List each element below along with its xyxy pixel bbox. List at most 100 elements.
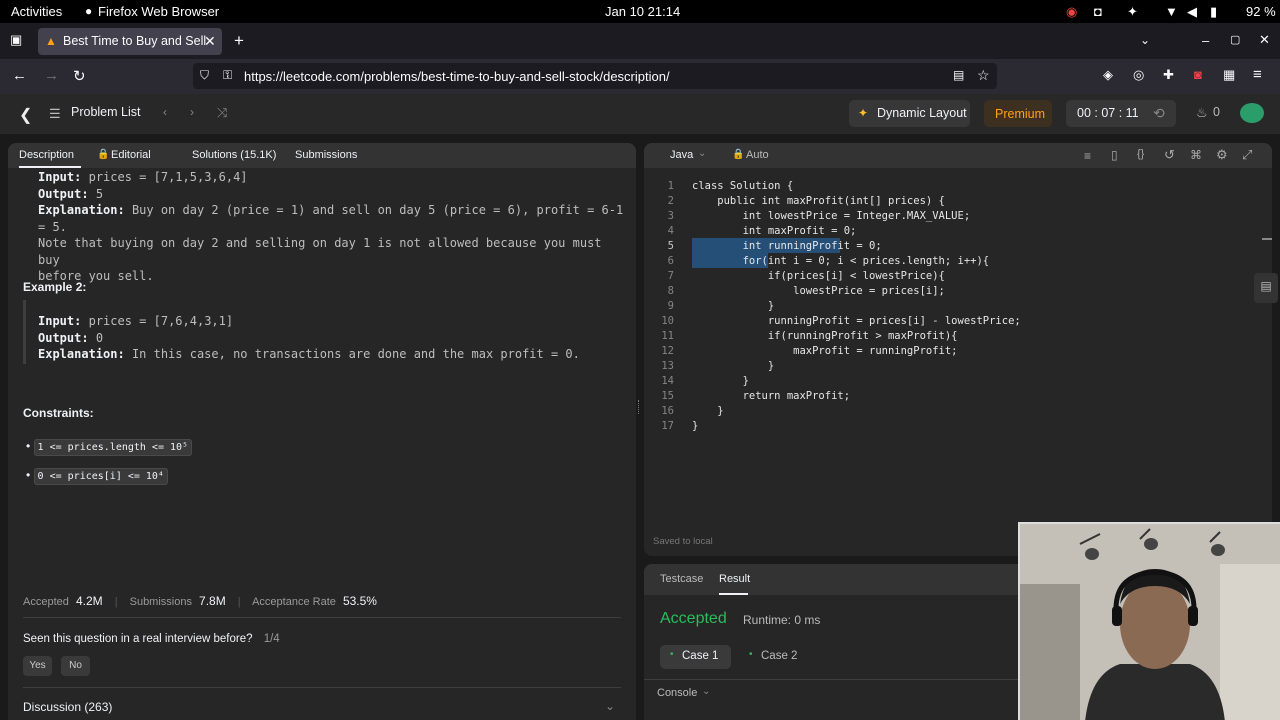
clock[interactable]: Jan 10 21:14 bbox=[605, 4, 680, 19]
dynamic-layout-button[interactable]: ✦ Dynamic Layout bbox=[849, 100, 970, 127]
tab-solutions[interactable]: Solutions (15.1K) bbox=[192, 149, 276, 161]
case-2-button[interactable]: • Case 2 bbox=[743, 645, 813, 669]
case-1-button[interactable]: • Case 1 bbox=[660, 645, 731, 669]
code-text: } bbox=[692, 300, 775, 312]
tab-description[interactable]: Description bbox=[19, 149, 74, 161]
active-tab-indicator bbox=[19, 166, 81, 168]
accepted-status: Accepted bbox=[660, 610, 727, 627]
interview-question: Seen this question in a real interview b… bbox=[23, 633, 280, 645]
reset-timer-icon[interactable]: ⟲ bbox=[1153, 105, 1165, 122]
acceptance-rate-label: Acceptance Rate bbox=[252, 596, 336, 608]
mic-icon[interactable]: ▮ bbox=[1210, 4, 1217, 20]
language-select[interactable]: Java bbox=[670, 149, 693, 161]
extensions-icon[interactable]: ✚ bbox=[1163, 67, 1174, 83]
constraint-1: • 1 <= prices.length <= 10⁵ bbox=[26, 439, 193, 456]
auto-mode[interactable]: Auto bbox=[746, 149, 769, 161]
tab-result[interactable]: Result bbox=[719, 573, 750, 585]
shuffle-icon[interactable]: ⤨ bbox=[217, 105, 227, 121]
leetcode-favicon: ▲ bbox=[45, 34, 57, 48]
discussion-link[interactable]: Discussion (263) bbox=[23, 700, 112, 714]
code-text: lowestPrice = prices[i]; bbox=[692, 285, 945, 297]
output-value: 0 bbox=[95, 330, 104, 345]
code-text: return maxProfit; bbox=[692, 390, 851, 402]
divider bbox=[23, 687, 621, 688]
tab-list-icon[interactable]: ▣ bbox=[10, 32, 22, 48]
timer-widget[interactable]: 00 : 07 : 11 ⟲ bbox=[1066, 100, 1176, 127]
battery-level[interactable]: 92 % bbox=[1246, 4, 1276, 19]
chevron-down-icon[interactable]: ⌄ bbox=[605, 699, 615, 713]
close-window-icon[interactable]: ✕ bbox=[1259, 32, 1270, 48]
bookmark-icon[interactable]: ▯ bbox=[1111, 148, 1118, 162]
premium-button[interactable]: Premium bbox=[984, 100, 1052, 127]
back-icon[interactable]: ← bbox=[12, 67, 27, 84]
notes-side-button[interactable]: ▤ bbox=[1254, 273, 1278, 303]
firefox-icon: ● bbox=[85, 4, 93, 18]
input-value: prices = [7,1,5,3,6,4] bbox=[88, 170, 248, 184]
line-number: 10 bbox=[661, 315, 674, 327]
accessibility-icon[interactable]: ✦ bbox=[1127, 4, 1138, 20]
webcam-image bbox=[1020, 524, 1280, 720]
line-number: 14 bbox=[661, 375, 674, 387]
tab-editorial[interactable]: Editorial bbox=[111, 149, 151, 161]
explanation-value: Buy on day 2 (price = 1) and sell on day… bbox=[131, 203, 624, 217]
pocket-icon[interactable]: ◈ bbox=[1103, 67, 1113, 83]
minimize-icon[interactable]: – bbox=[1202, 33, 1209, 48]
activities-button[interactable]: Activities bbox=[11, 4, 62, 19]
reload-icon[interactable]: ↻ bbox=[73, 67, 86, 85]
browser-tab[interactable]: ▲ Best Time to Buy and Sell bbox=[38, 28, 222, 55]
prev-problem-icon[interactable]: ‹ bbox=[155, 103, 175, 123]
pass-dot-icon: • bbox=[670, 649, 674, 660]
console-button[interactable]: Console bbox=[657, 687, 697, 699]
code-text: } bbox=[692, 405, 724, 417]
no-button[interactable]: No bbox=[61, 656, 90, 676]
code-text: } bbox=[692, 360, 775, 372]
discord-icon[interactable]: ◘ bbox=[1094, 4, 1102, 19]
account-icon[interactable]: ◎ bbox=[1133, 67, 1144, 83]
streak-fire-icon[interactable]: ♨ bbox=[1196, 105, 1208, 121]
braces-icon[interactable]: {} bbox=[1137, 148, 1144, 160]
extension-icon[interactable]: ▦ bbox=[1223, 67, 1235, 83]
url-text[interactable]: https://leetcode.com/problems/best-time-… bbox=[244, 69, 670, 84]
reset-code-icon[interactable]: ↺ bbox=[1164, 147, 1175, 163]
system-top-bar: Activities ● Firefox Web Browser Jan 10 … bbox=[0, 0, 1280, 23]
record-icon[interactable]: ◉ bbox=[1066, 4, 1077, 20]
tab-testcase[interactable]: Testcase bbox=[660, 573, 703, 585]
app-name[interactable]: Firefox Web Browser bbox=[98, 4, 219, 19]
extension-badge-icon[interactable]: ◙ bbox=[1194, 67, 1202, 82]
reader-view-icon[interactable]: ▤ bbox=[953, 68, 964, 82]
format-icon[interactable]: ≡ bbox=[1084, 148, 1091, 163]
new-tab-icon[interactable]: + bbox=[234, 31, 244, 51]
shield-icon[interactable]: ⛉ bbox=[200, 68, 209, 83]
chevron-down-icon[interactable]: ⌄ bbox=[702, 686, 710, 697]
sparkle-icon: ✦ bbox=[858, 106, 869, 120]
yes-button[interactable]: Yes bbox=[23, 656, 52, 676]
code-area[interactable]: 1 class Solution {2 public int maxProfit(… bbox=[644, 179, 1272, 469]
wifi-icon[interactable]: ▼ bbox=[1165, 4, 1178, 19]
lock-icon[interactable]: ⚿ bbox=[223, 68, 232, 83]
avatar[interactable] bbox=[1240, 103, 1264, 123]
problem-list-link[interactable]: Problem List bbox=[71, 105, 140, 119]
dynamic-layout-label: Dynamic Layout bbox=[877, 106, 967, 120]
explanation-label: Explanation: bbox=[38, 203, 125, 217]
menu-icon[interactable]: ≡ bbox=[1253, 66, 1262, 83]
settings-gear-icon[interactable]: ⚙ bbox=[1216, 147, 1228, 163]
streak-count: 0 bbox=[1213, 105, 1220, 119]
fullscreen-icon[interactable]: ⤢ bbox=[1242, 147, 1252, 163]
lock-icon: 🔒 bbox=[97, 149, 110, 160]
tab-submissions[interactable]: Submissions bbox=[295, 149, 357, 161]
volume-icon[interactable]: ◀ bbox=[1187, 4, 1197, 20]
case-1-label: Case 1 bbox=[682, 650, 719, 662]
output-value: 5 bbox=[95, 186, 104, 201]
close-tab-icon[interactable]: ✕ bbox=[204, 33, 216, 50]
maximize-icon[interactable]: ▢ bbox=[1230, 33, 1240, 46]
next-problem-icon[interactable]: › bbox=[182, 103, 202, 123]
explanation-label: Explanation: bbox=[38, 347, 125, 361]
bookmark-star-icon[interactable]: ☆ bbox=[977, 67, 990, 84]
leetcode-logo-icon[interactable]: ❮ bbox=[19, 105, 32, 125]
panel-resize-handle[interactable] bbox=[638, 400, 641, 414]
list-all-tabs-icon[interactable]: ⌄ bbox=[1140, 33, 1150, 47]
leetcode-header: ❮ ☰ Problem List ‹ › ⤨ ✦ Dynamic Layout … bbox=[0, 94, 1280, 134]
line-number: 13 bbox=[661, 360, 674, 372]
shortcuts-icon[interactable]: ⌘ bbox=[1190, 148, 1202, 162]
forward-icon[interactable]: → bbox=[44, 67, 59, 84]
